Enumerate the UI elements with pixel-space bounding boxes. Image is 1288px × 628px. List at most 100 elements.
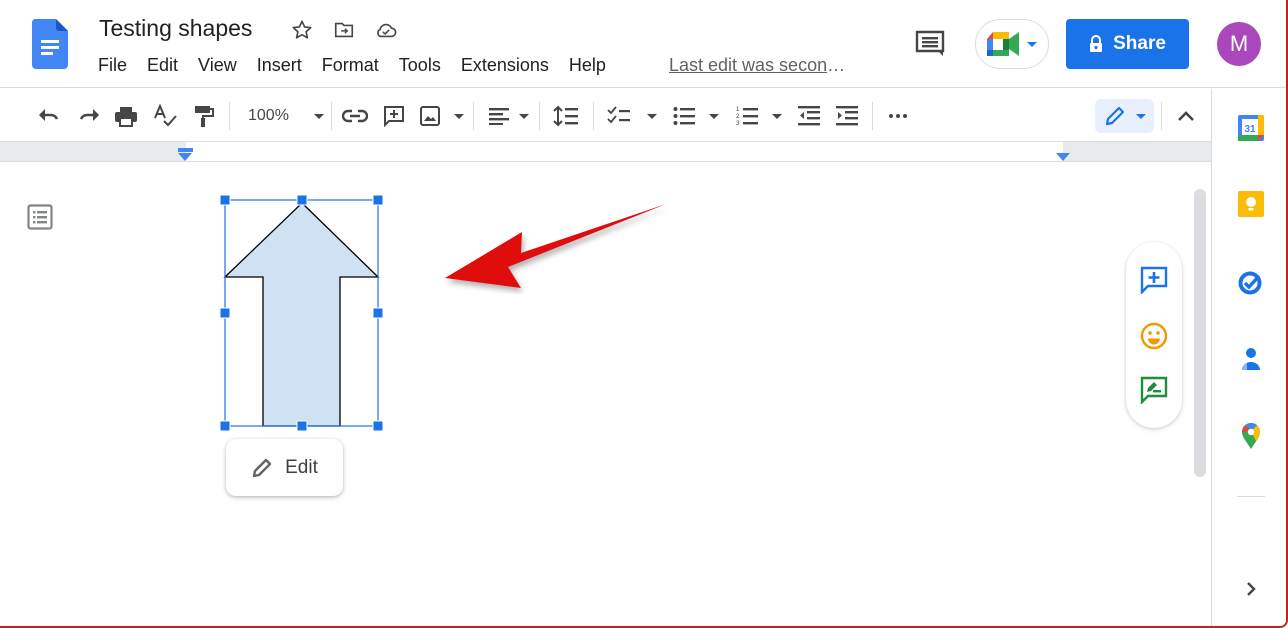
pencil-icon bbox=[1105, 106, 1124, 126]
toolbar-divider bbox=[593, 102, 594, 130]
resize-handle-top-right[interactable] bbox=[372, 195, 384, 206]
emoji-reaction-icon[interactable] bbox=[1140, 322, 1168, 350]
meet-icon bbox=[987, 32, 1019, 56]
resize-handle-bottom[interactable] bbox=[296, 420, 308, 432]
menu-help[interactable]: Help bbox=[569, 55, 606, 76]
svg-text:2: 2 bbox=[736, 114, 740, 120]
undo-icon[interactable] bbox=[36, 103, 62, 129]
svg-text:3: 3 bbox=[736, 121, 740, 127]
resize-handle-bottom-left[interactable] bbox=[220, 420, 231, 432]
cloud-saved-icon[interactable] bbox=[374, 18, 398, 42]
menu-extensions[interactable]: Extensions bbox=[461, 55, 549, 76]
checklist-icon bbox=[607, 106, 630, 124]
hide-menus-chevron-up-icon[interactable] bbox=[1175, 103, 1197, 129]
side-panel: 31 bbox=[1211, 89, 1286, 626]
svg-text:31: 31 bbox=[1244, 124, 1256, 135]
bulleted-list-button[interactable] bbox=[673, 103, 719, 129]
document-title[interactable]: Testing shapes bbox=[99, 15, 252, 42]
print-icon[interactable] bbox=[113, 103, 139, 129]
expand-side-panel-chevron-right-icon[interactable] bbox=[1237, 575, 1265, 603]
resize-handle-top[interactable] bbox=[296, 195, 308, 206]
side-panel-divider bbox=[1237, 496, 1265, 497]
numbered-list-button[interactable]: 123 bbox=[736, 103, 782, 129]
document-outline-icon[interactable] bbox=[27, 204, 53, 230]
star-icon[interactable] bbox=[290, 18, 314, 42]
share-label: Share bbox=[1113, 33, 1166, 54]
title-bar: Testing shapes File Edit View Insert For… bbox=[0, 0, 1286, 88]
toolbar-divider bbox=[872, 102, 873, 130]
pencil-icon bbox=[252, 458, 272, 477]
meet-button[interactable] bbox=[975, 19, 1049, 69]
add-comment-icon[interactable] bbox=[1140, 266, 1168, 294]
menu-format[interactable]: Format bbox=[322, 55, 379, 76]
toolbar-divider bbox=[539, 102, 540, 130]
menu-tools[interactable]: Tools bbox=[399, 55, 441, 76]
move-to-folder-icon[interactable] bbox=[332, 18, 356, 42]
account-avatar[interactable]: M bbox=[1217, 22, 1261, 66]
decrease-indent-icon[interactable] bbox=[797, 103, 821, 129]
meet-dropdown-caret bbox=[1027, 41, 1037, 47]
insert-image-button[interactable] bbox=[420, 103, 464, 129]
toolbar-divider bbox=[331, 102, 332, 130]
maps-icon[interactable] bbox=[1237, 422, 1265, 450]
more-options-icon[interactable] bbox=[886, 103, 910, 129]
insert-link-icon[interactable] bbox=[342, 103, 368, 129]
increase-indent-icon[interactable] bbox=[835, 103, 859, 129]
toolbar-divider bbox=[473, 102, 474, 130]
resize-handle-top-left[interactable] bbox=[220, 195, 231, 206]
last-edit-link[interactable]: Last edit was seconds ago bbox=[669, 55, 852, 76]
comments-icon[interactable] bbox=[914, 28, 946, 60]
suggest-edits-icon[interactable] bbox=[1140, 376, 1168, 404]
contacts-icon[interactable] bbox=[1237, 345, 1265, 373]
up-arrow-body[interactable] bbox=[223, 202, 380, 427]
redo-icon[interactable] bbox=[76, 103, 102, 129]
add-comment-icon[interactable] bbox=[382, 103, 406, 129]
docs-logo-icon[interactable] bbox=[32, 19, 68, 69]
bulleted-list-icon bbox=[673, 107, 695, 125]
menu-insert[interactable]: Insert bbox=[257, 55, 302, 76]
menu-edit[interactable]: Edit bbox=[147, 55, 178, 76]
line-spacing-icon[interactable] bbox=[553, 103, 579, 129]
menu-bar: File Edit View Insert Format Tools Exten… bbox=[98, 55, 626, 76]
editing-mode-button[interactable] bbox=[1095, 99, 1154, 133]
menu-file[interactable]: File bbox=[98, 55, 127, 76]
edit-drawing-button[interactable]: Edit bbox=[226, 439, 343, 496]
google-docs-window: Testing shapes File Edit View Insert For… bbox=[0, 0, 1288, 628]
chevron-down-icon bbox=[709, 113, 719, 119]
resize-handle-left[interactable] bbox=[220, 307, 231, 319]
chevron-down-icon bbox=[1135, 113, 1146, 119]
edit-label: Edit bbox=[285, 456, 318, 478]
up-arrow-shape[interactable] bbox=[220, 195, 385, 432]
right-indent-handle[interactable] bbox=[1056, 153, 1070, 161]
menu-view[interactable]: View bbox=[198, 55, 237, 76]
checklist-button[interactable] bbox=[607, 103, 657, 129]
paint-format-icon[interactable] bbox=[192, 103, 216, 129]
svg-text:1: 1 bbox=[736, 107, 740, 113]
calendar-icon[interactable]: 31 bbox=[1237, 114, 1265, 142]
toolbar-divider bbox=[229, 102, 230, 130]
chevron-down-icon bbox=[772, 113, 782, 119]
share-button[interactable]: Share bbox=[1066, 19, 1189, 69]
numbered-list-icon: 123 bbox=[736, 107, 758, 127]
ruler bbox=[0, 142, 1211, 162]
ruler-page-area bbox=[186, 142, 1063, 161]
align-button[interactable] bbox=[489, 103, 529, 129]
lock-icon bbox=[1090, 35, 1103, 52]
resize-handle-right[interactable] bbox=[372, 307, 384, 319]
zoom-value: 100% bbox=[248, 107, 289, 124]
first-line-indent-handle[interactable] bbox=[178, 148, 193, 152]
spellcheck-icon[interactable] bbox=[152, 103, 178, 129]
left-indent-handle[interactable] bbox=[178, 153, 192, 161]
align-left-icon bbox=[489, 108, 509, 125]
tasks-icon[interactable] bbox=[1237, 268, 1265, 296]
zoom-select[interactable]: 100% bbox=[248, 103, 324, 129]
chevron-down-icon bbox=[314, 113, 324, 119]
vertical-scrollbar[interactable] bbox=[1194, 189, 1206, 477]
chevron-down-icon bbox=[519, 113, 529, 119]
keep-icon[interactable] bbox=[1237, 190, 1265, 218]
image-icon bbox=[420, 106, 440, 126]
floating-action-bar bbox=[1126, 242, 1182, 428]
chevron-down-icon bbox=[647, 113, 657, 119]
resize-handle-bottom-right[interactable] bbox=[372, 420, 384, 432]
toolbar-divider bbox=[1161, 102, 1162, 130]
